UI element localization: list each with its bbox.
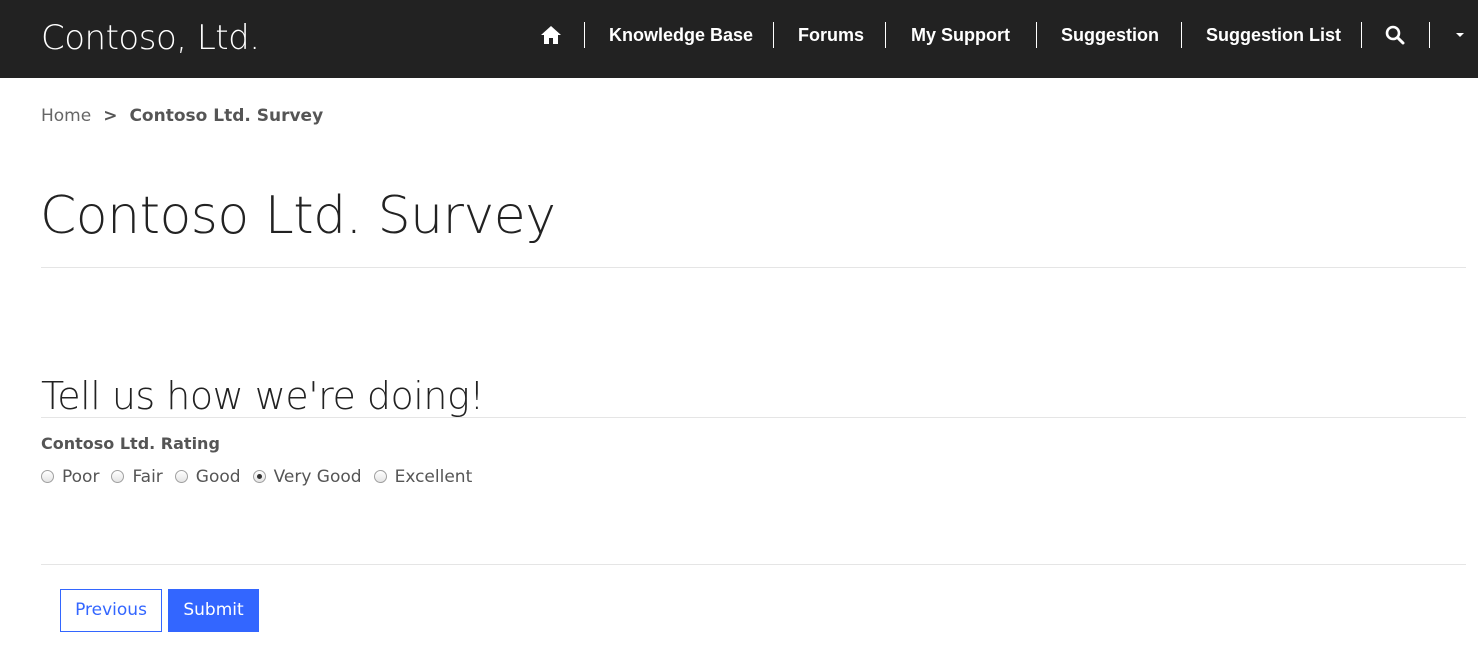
divider [41,267,1466,268]
nav-item-forums[interactable]: Forums [798,20,864,50]
breadcrumb-home-link[interactable]: Home [41,106,91,126]
radio-label: Fair [132,467,163,487]
search-icon[interactable] [1383,20,1407,50]
radio-option-fair[interactable]: Fair [111,467,163,487]
rating-field-label: Contoso Ltd. Rating [41,434,220,453]
nav-separator [1429,22,1430,48]
breadcrumb-current: Contoso Ltd. Survey [129,106,324,126]
page-title: Contoso Ltd. Survey [40,186,556,246]
radio-button[interactable] [373,469,387,483]
nav-item-suggestion-list[interactable]: Suggestion List [1206,20,1341,50]
nav-separator [773,22,774,48]
radio-button[interactable] [252,469,266,483]
divider [41,564,1466,565]
radio-option-poor[interactable]: Poor [41,467,99,487]
nav-separator [1361,22,1362,48]
previous-button[interactable]: Previous [60,589,162,632]
rating-radio-group: Poor Fair Good Very Good Excellent [41,464,484,490]
caret-down-icon[interactable] [1450,20,1470,50]
nav-item-my-support[interactable]: My Support [911,20,1010,50]
nav-separator [1181,22,1182,48]
breadcrumb: Home > Contoso Ltd. Survey [41,104,323,128]
nav-separator [1036,22,1037,48]
radio-label: Very Good [273,467,362,487]
breadcrumb-separator: > [103,106,118,126]
radio-option-very-good[interactable]: Very Good [252,467,362,487]
nav-item-suggestion[interactable]: Suggestion [1061,20,1159,50]
top-navbar: Contoso, Ltd. Knowledge Base Forums My S… [0,0,1478,78]
nav-separator [885,22,886,48]
nav-separator [584,22,585,48]
radio-button[interactable] [41,469,54,483]
nav-bar: Knowledge Base Forums My Support Suggest… [0,20,1478,50]
divider [41,417,1466,418]
radio-option-good[interactable]: Good [174,467,241,487]
home-icon[interactable] [538,20,564,50]
radio-label: Excellent [394,467,473,487]
radio-button[interactable] [174,469,188,483]
nav-item-knowledge-base[interactable]: Knowledge Base [609,20,753,50]
submit-button[interactable]: Submit [168,589,259,632]
radio-label: Poor [62,467,100,487]
radio-option-excellent[interactable]: Excellent [373,467,473,487]
section-title: Tell us how we're doing! [41,374,484,418]
radio-label: Good [195,467,241,487]
radio-button[interactable] [111,469,125,483]
